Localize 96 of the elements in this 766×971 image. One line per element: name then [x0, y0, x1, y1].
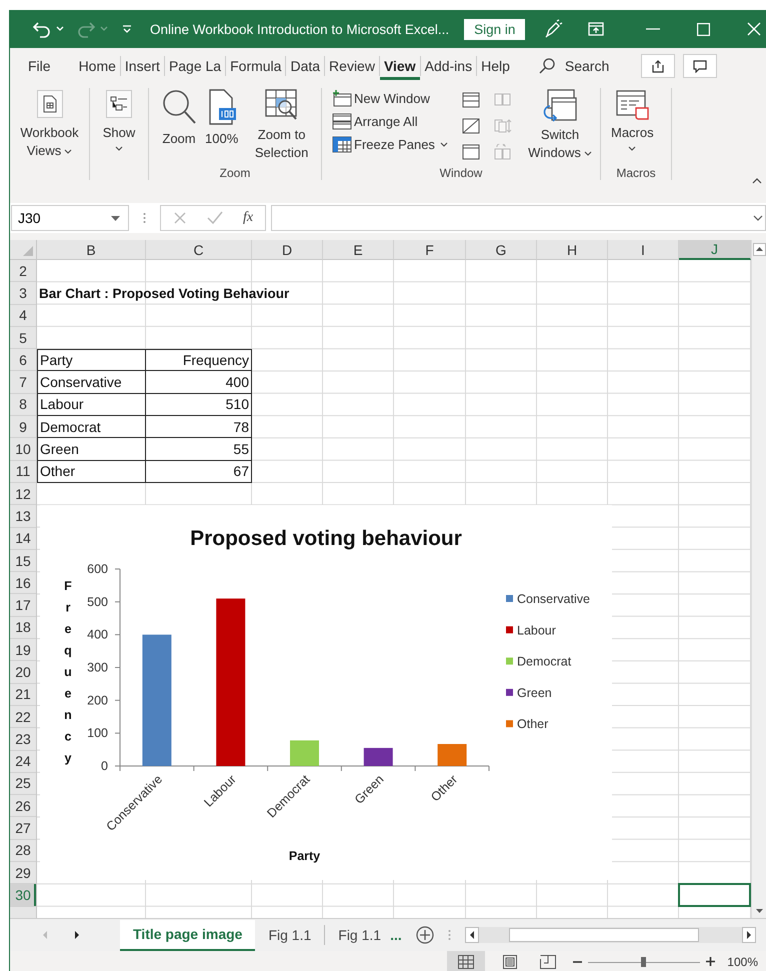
column-header[interactable]: F: [394, 240, 466, 260]
legend-label: Conservative: [517, 592, 590, 606]
row-header[interactable]: 7: [10, 371, 36, 394]
row-header[interactable]: 9: [10, 416, 36, 438]
column-header[interactable]: D: [252, 240, 323, 260]
legend-label: Green: [517, 686, 552, 700]
row-header[interactable]: 8: [10, 394, 36, 416]
table-cell: Conservative: [37, 371, 146, 394]
column-header[interactable]: H: [537, 240, 608, 260]
column-header[interactable]: E: [323, 240, 394, 260]
y-tick-label: 500: [87, 594, 108, 609]
table-cell: Other: [37, 460, 146, 483]
row-header[interactable]: 27: [10, 817, 36, 840]
zoom-button[interactable]: Zoom: [157, 88, 201, 148]
row-header[interactable]: 15: [10, 550, 36, 572]
table-cell: Green: [37, 438, 146, 461]
row-header[interactable]: 13: [10, 505, 36, 528]
group-label: Window: [438, 166, 484, 180]
y-tick-label: 600: [87, 562, 108, 576]
chart-title: Proposed voting behaviour: [190, 527, 462, 550]
row-header[interactable]: 22: [10, 706, 36, 728]
row-header[interactable]: 5: [10, 326, 36, 350]
table-cell: 400: [146, 371, 252, 394]
ribbon-tab[interactable]: Help: [477, 52, 514, 80]
y-tick-label: 300: [87, 660, 108, 674]
row-header[interactable]: 21: [10, 684, 36, 706]
window-title: Online Workbook Introduction to Microsoft Excel...: [150, 22, 450, 36]
y-tick-label: 0: [101, 759, 108, 773]
show-button[interactable]: Show: [90, 88, 148, 151]
table-cell: 55: [146, 438, 252, 461]
row-header[interactable]: 26: [10, 795, 36, 818]
y-tick-label: 400: [87, 628, 108, 642]
x-axis-title: Party: [288, 849, 320, 863]
row-header[interactable]: 3: [10, 282, 36, 305]
row-header[interactable]: 20: [10, 661, 36, 684]
row-header[interactable]: 23: [10, 728, 36, 751]
group-label: Macros: [615, 166, 657, 180]
y-axis-title: Frequency: [64, 579, 72, 765]
macros-button[interactable]: Macros: [611, 88, 654, 151]
window-command-button[interactable]: New Window: [332, 90, 448, 107]
ribbon-tab[interactable]: Home: [74, 52, 120, 80]
legend-label: Democrat: [517, 654, 572, 669]
row-header[interactable]: 30: [10, 884, 36, 907]
row-header[interactable]: 10: [10, 438, 36, 461]
column-header[interactable]: C: [146, 240, 252, 260]
column-header[interactable]: B: [37, 240, 146, 260]
table-cell: Labour: [37, 394, 146, 416]
row-header[interactable]: 17: [10, 594, 36, 617]
row-header[interactable]: 18: [10, 616, 36, 640]
legend-label: Other: [517, 717, 548, 732]
ribbon-tab[interactable]: Page La: [164, 52, 226, 80]
ribbon-tab[interactable]: Insert: [120, 52, 164, 80]
sheet-tab[interactable]: Title page image: [120, 920, 256, 950]
zoom-level[interactable]: 100%: [727, 954, 758, 968]
ribbon-tab[interactable]: File: [24, 52, 55, 80]
switch-windows-button[interactable]: Switch Windows: [520, 88, 600, 162]
workbook-views-button[interactable]: Workbook Views: [10, 88, 89, 160]
table-cell: Democrat: [37, 416, 146, 438]
row-header[interactable]: 28: [10, 840, 36, 862]
name-box[interactable]: J30: [11, 205, 129, 231]
row-header[interactable]: 16: [10, 572, 36, 594]
ribbon-tab[interactable]: Review: [325, 52, 379, 80]
row-header[interactable]: 25: [10, 772, 36, 796]
row-header[interactable]: 11: [10, 460, 36, 483]
row-header[interactable]: 4: [10, 304, 36, 327]
table-cell: 67: [146, 460, 252, 483]
window-command-button[interactable]: Arrange All: [332, 113, 448, 130]
more-sheets-button[interactable]: ...: [390, 927, 402, 943]
column-header[interactable]: G: [466, 240, 537, 260]
y-tick-label: 100: [87, 726, 108, 740]
table-cell: Frequency: [146, 349, 252, 372]
row-header[interactable]: 19: [10, 639, 36, 662]
search-label[interactable]: Search: [564, 58, 610, 74]
row-header[interactable]: 14: [10, 528, 36, 550]
legend-label: Labour: [517, 623, 556, 638]
ribbon-tab[interactable]: Add-ins: [420, 52, 476, 80]
sheet-title: Bar Chart : Proposed Voting Behaviour: [38, 286, 290, 301]
row-header[interactable]: 2: [10, 260, 36, 282]
insert-function-button[interactable]: fx: [243, 210, 254, 226]
column-header[interactable]: I: [608, 240, 679, 260]
sheet-tab[interactable]: Fig 1.1: [255, 920, 324, 950]
y-tick-label: 200: [87, 693, 108, 708]
table-cell: 78: [146, 416, 252, 438]
zoom-100-button[interactable]: 100%: [201, 88, 242, 148]
ribbon-tab[interactable]: Formula: [226, 52, 286, 80]
table-cell: Party: [37, 349, 146, 372]
group-label: Zoom: [218, 166, 252, 180]
row-header[interactable]: 6: [10, 349, 36, 372]
zoom-to-selection-button[interactable]: Zoom to Selection: [242, 88, 321, 162]
table-cell: 510: [146, 394, 252, 416]
row-header[interactable]: 24: [10, 750, 36, 773]
row-header[interactable]: 12: [10, 482, 36, 506]
column-header[interactable]: J: [679, 240, 751, 260]
window-command-button[interactable]: Freeze Panes: [332, 136, 448, 153]
ribbon-tab[interactable]: Data: [286, 52, 324, 80]
sign-in-button[interactable]: Sign in: [464, 18, 526, 40]
